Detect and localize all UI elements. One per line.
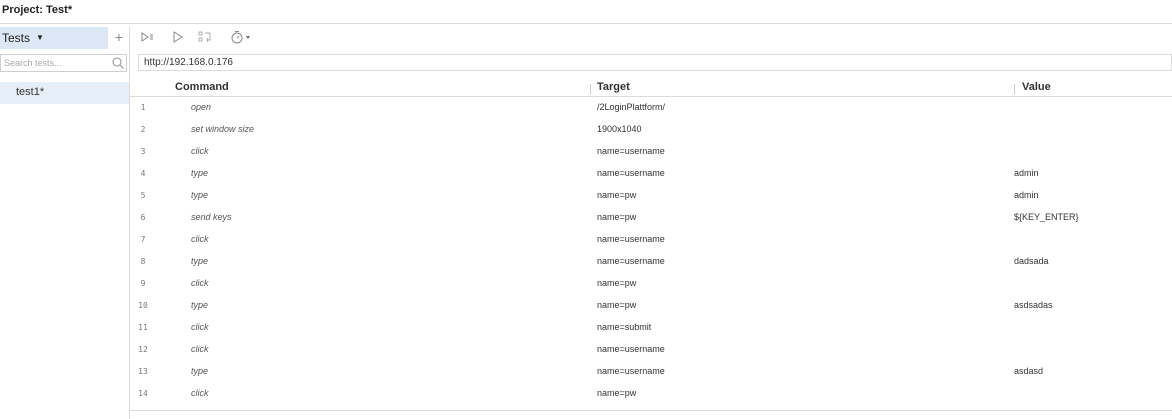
- project-label: Project:: [2, 4, 43, 16]
- table-row[interactable]: 4 type name=username admin: [130, 163, 1172, 185]
- row-number: 3: [140, 147, 146, 156]
- row-target: name=pw: [597, 278, 637, 288]
- column-divider[interactable]: [590, 84, 591, 94]
- project-name[interactable]: Test*: [46, 4, 72, 16]
- row-command: click: [191, 322, 209, 332]
- tests-dropdown-label: Tests: [2, 31, 31, 45]
- caret-down-icon: ▼: [36, 33, 44, 42]
- tests-dropdown[interactable]: Tests ▼: [0, 27, 108, 49]
- row-number: 10: [138, 301, 148, 310]
- row-value: admin: [1014, 168, 1039, 178]
- table-row[interactable]: 12 click name=username: [130, 339, 1172, 361]
- table-row[interactable]: 3 click name=username: [130, 141, 1172, 163]
- column-header-command: Command: [175, 81, 229, 93]
- row-command: click: [191, 344, 209, 354]
- row-command: open: [191, 102, 212, 112]
- row-number: 7: [140, 235, 146, 244]
- row-value: asdasd: [1014, 366, 1044, 376]
- run-all-tests-icon[interactable]: [140, 30, 154, 46]
- row-command: click: [191, 234, 209, 244]
- row-target: name=pw: [597, 300, 637, 310]
- table-row[interactable]: 8 type name=username dadsada: [130, 251, 1172, 273]
- row-command: send keys: [191, 212, 232, 222]
- row-target: name=pw: [597, 190, 637, 200]
- row-number: 12: [138, 345, 148, 354]
- sidebar: Tests ▼ + test1*: [0, 27, 130, 419]
- test-execution-speed-icon[interactable]: [230, 30, 254, 46]
- row-number: 6: [140, 213, 146, 222]
- table-row[interactable]: 2 set window size 1900x1040: [130, 119, 1172, 141]
- row-command: click: [191, 388, 209, 398]
- row-value: admin: [1014, 190, 1039, 200]
- row-command: type: [191, 168, 209, 178]
- search-icon[interactable]: [111, 56, 125, 70]
- row-value: ${KEY_ENTER}: [1014, 212, 1079, 222]
- table-row[interactable]: 6 send keys name=pw ${KEY_ENTER}: [130, 207, 1172, 229]
- row-number: 14: [138, 389, 148, 398]
- row-target: name=username: [597, 168, 665, 178]
- search-box: [0, 54, 127, 72]
- row-number: 9: [140, 279, 146, 288]
- row-target: name=pw: [597, 212, 637, 222]
- row-command: type: [191, 256, 209, 266]
- search-tests-input[interactable]: [1, 55, 109, 71]
- project-title: Project: Test*: [2, 4, 72, 16]
- column-header-value: Value: [1022, 81, 1051, 93]
- row-command: click: [191, 146, 209, 156]
- row-target: name=username: [597, 344, 665, 354]
- table-row[interactable]: 13 type name=username asdasd: [130, 361, 1172, 383]
- row-number: 13: [138, 367, 148, 376]
- row-number: 8: [140, 257, 146, 266]
- tests-header: Tests ▼ +: [0, 27, 130, 49]
- table-row[interactable]: 7 click name=username: [130, 229, 1172, 251]
- base-url-bar: [138, 54, 1172, 71]
- table-row[interactable]: 11 click name=submit: [130, 317, 1172, 339]
- row-value: dadsada: [1014, 256, 1049, 266]
- row-number: 11: [138, 323, 148, 332]
- row-target: name=pw: [597, 388, 637, 398]
- row-target: name=username: [597, 146, 665, 156]
- row-number: 2: [140, 125, 146, 134]
- row-command: type: [191, 366, 209, 376]
- row-command: set window size: [191, 124, 255, 134]
- column-header-target: Target: [597, 81, 630, 93]
- table-row[interactable]: 1 open /2LoginPlattform/: [130, 97, 1172, 119]
- row-number: 4: [140, 169, 146, 178]
- run-current-test-icon[interactable]: [171, 30, 185, 46]
- row-target: name=username: [597, 234, 665, 244]
- row-number: 1: [140, 103, 146, 112]
- add-test-button[interactable]: +: [111, 28, 127, 46]
- row-target: name=username: [597, 366, 665, 376]
- test-list-item[interactable]: test1*: [0, 82, 129, 104]
- row-command: type: [191, 190, 209, 200]
- table-row[interactable]: 14 click name=pw: [130, 383, 1172, 405]
- row-number: 5: [140, 191, 146, 200]
- project-bar: Project: Test*: [0, 0, 1172, 24]
- table-row[interactable]: 10 type name=pw asdsadas: [130, 295, 1172, 317]
- table-bottom-border: [130, 410, 1172, 411]
- row-target: 1900x1040: [597, 124, 642, 134]
- row-target: name=username: [597, 256, 665, 266]
- row-command: type: [191, 300, 209, 310]
- row-target: /2LoginPlattform/: [597, 102, 666, 112]
- row-target: name=submit: [597, 322, 652, 332]
- table-row[interactable]: 5 type name=pw admin: [130, 185, 1172, 207]
- column-divider[interactable]: [1014, 84, 1015, 94]
- toolbar: [130, 27, 1172, 49]
- pause-on-exceptions-icon[interactable]: [197, 30, 213, 46]
- base-url-input[interactable]: [139, 55, 1171, 70]
- row-value: asdsadas: [1014, 300, 1053, 310]
- command-table: Command Target Value 1 open /2LoginPlatt…: [130, 77, 1172, 419]
- row-command: click: [191, 278, 209, 288]
- table-header: Command Target Value: [130, 77, 1172, 97]
- table-row[interactable]: 9 click name=pw: [130, 273, 1172, 295]
